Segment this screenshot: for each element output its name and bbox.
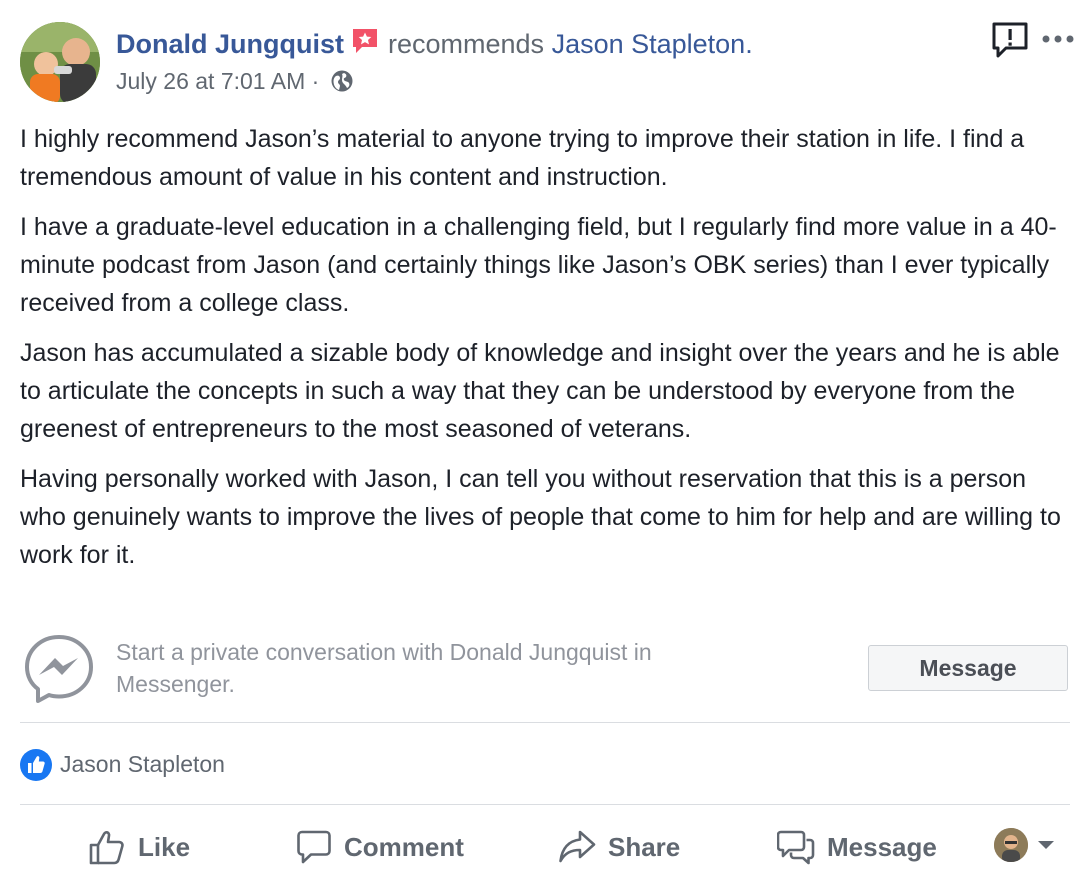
message-action-label: Message: [827, 831, 937, 862]
recommendation-icon: [350, 26, 380, 65]
divider: [20, 722, 1070, 723]
likers-name[interactable]: Jason Stapleton: [60, 748, 225, 780]
react-as-selector[interactable]: [994, 828, 1056, 862]
share-icon: [559, 830, 596, 863]
post-paragraph: I have a graduate-level education in a c…: [20, 213, 1057, 317]
message-action-button[interactable]: Message: [777, 822, 937, 872]
recommendation-post: Donald Jungquist recommends Jason Staplet…: [0, 0, 1092, 886]
caret-down-icon: [1038, 841, 1054, 849]
meta-separator: ·: [311, 68, 320, 94]
author-name[interactable]: Donald Jungquist: [116, 29, 344, 59]
post-paragraph: I highly recommend Jason’s material to a…: [20, 125, 1025, 191]
share-label: Share: [608, 831, 681, 862]
post-paragraph: Having personally worked with Jason, I c…: [20, 465, 1061, 569]
message-bubbles-icon: [777, 830, 815, 865]
post-body: I highly recommend Jason’s material to a…: [20, 120, 1070, 586]
messenger-icon: [22, 632, 96, 711]
post-meta: July 26 at 7:01 AM ·: [116, 66, 354, 100]
divider: [20, 804, 1070, 805]
more-options-icon[interactable]: [1040, 32, 1076, 50]
post-paragraph: Jason has accumulated a sizable body of …: [20, 339, 1060, 443]
comment-button[interactable]: Comment: [296, 822, 464, 872]
comment-icon: [297, 830, 331, 864]
recommends-text: recommends: [387, 29, 545, 59]
post-header: Donald Jungquist recommends Jason Staplet…: [116, 26, 753, 65]
like-label: Like: [138, 831, 191, 862]
post-timestamp[interactable]: July 26 at 7:01 AM: [116, 68, 305, 94]
report-feedback-icon[interactable]: [990, 20, 1030, 65]
globe-icon[interactable]: [330, 69, 354, 100]
share-button[interactable]: Share: [558, 822, 680, 872]
like-button[interactable]: Like: [88, 822, 190, 872]
like-reaction-icon[interactable]: [20, 749, 52, 786]
thumbs-up-icon: [89, 831, 124, 865]
comment-label: Comment: [344, 831, 464, 862]
avatar: [994, 828, 1028, 862]
author-avatar[interactable]: [20, 22, 100, 102]
recommended-page-link[interactable]: Jason Stapleton.: [552, 29, 753, 59]
message-button[interactable]: Message: [868, 645, 1068, 691]
messenger-prompt-text: Start a private conversation with Donald…: [116, 639, 652, 697]
